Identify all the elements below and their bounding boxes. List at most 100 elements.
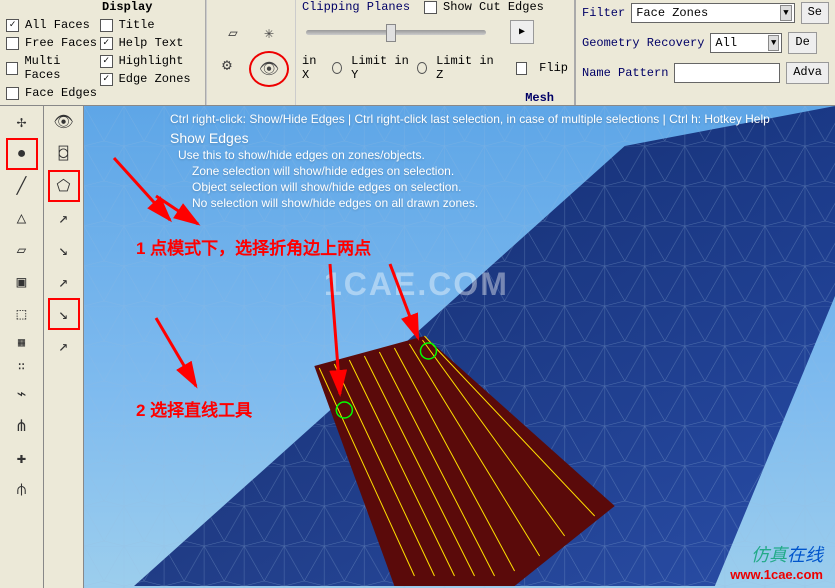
checkbox-icon[interactable] <box>6 19 19 32</box>
body-icon[interactable]: ⌼ <box>50 140 78 168</box>
show-cut-edges-label: Show Cut Edges <box>443 0 544 14</box>
checkbox-icon[interactable] <box>6 62 18 75</box>
triangle-icon[interactable]: △ <box>8 204 36 232</box>
clipping-slider[interactable] <box>306 30 486 35</box>
cross-icon[interactable]: ✚ <box>8 444 36 472</box>
mini-toolbar: ▱ ✳ ⚙ 👁 <box>206 0 296 105</box>
help-overlay: Ctrl right-click: Show/Hide Edges | Ctrl… <box>170 112 770 210</box>
label: Face Edges <box>25 86 97 100</box>
axes-icon[interactable]: ✢ <box>8 108 36 136</box>
limit-x-label: in X <box>302 54 326 82</box>
corner-watermark: 仿真在线 www.1cae.com <box>730 541 823 582</box>
branch-icon[interactable]: ⫛ <box>8 476 36 504</box>
help-line-4: No selection will show/hide edges on all… <box>192 196 770 210</box>
snap-icon[interactable]: ↘ <box>50 236 78 264</box>
point-mode-icon[interactable]: ● <box>8 140 36 168</box>
top-panel: Display All Faces Free Faces Multi Faces <box>0 0 835 106</box>
wm-url: www.1cae.com <box>730 567 823 582</box>
checkbox-icon[interactable] <box>6 37 19 50</box>
eye-icon[interactable]: 👁 <box>50 108 78 136</box>
clipping-group: Clipping Planes Show Cut Edges ▶ in X Li… <box>296 0 575 105</box>
axis2-icon[interactable]: ↗ <box>50 268 78 296</box>
limit-x-radio[interactable] <box>332 62 342 74</box>
box-icon[interactable]: ▱ <box>219 19 247 47</box>
line-tool-icon[interactable]: ↘ <box>50 300 78 328</box>
poly-select-icon[interactable]: ⬠ <box>50 172 78 200</box>
display-free-faces[interactable]: Free Faces <box>6 36 100 50</box>
play-button[interactable]: ▶ <box>510 20 534 44</box>
quad-icon[interactable]: ▱ <box>8 236 36 264</box>
label: Free Faces <box>25 36 97 50</box>
curve-icon[interactable]: ⌁ <box>8 380 36 408</box>
multi-icon[interactable]: ⬚ <box>8 300 36 328</box>
wm-zh-2: 在线 <box>787 545 823 565</box>
label: Multi Faces <box>24 54 99 82</box>
display-face-edges[interactable]: Face Edges <box>6 86 100 100</box>
display-col-left: All Faces Free Faces Multi Faces Face Ed… <box>6 14 100 104</box>
name-pattern-input[interactable] <box>674 63 780 83</box>
line-icon[interactable]: ╱ <box>8 172 36 200</box>
gear-icon[interactable]: ⚙ <box>213 51 241 79</box>
display-col-right: Title Help Text Highlight Edge Zones <box>100 14 199 104</box>
burst-icon[interactable]: ✳ <box>255 19 283 47</box>
help-line-2: Zone selection will show/hide edges on s… <box>192 164 770 178</box>
name-pattern-row: Name Pattern Adva <box>582 62 829 84</box>
help-line-3: Object selection will show/hide edges on… <box>192 180 770 194</box>
eye-button-highlight: 👁 <box>249 51 289 87</box>
annotation-1: 1 点模式下，选择折角边上两点 <box>136 234 371 259</box>
dots-icon[interactable]: ∷ <box>8 356 36 376</box>
limit-row: in X Limit in Y Limit in Z Flip <box>302 54 568 82</box>
display-help-text[interactable]: Help Text <box>100 36 199 50</box>
axis-icon[interactable]: ↗ <box>50 204 78 232</box>
se-button[interactable]: Se <box>801 2 829 24</box>
label: Title <box>119 18 155 32</box>
help-title: Show Edges <box>170 130 770 146</box>
main-area: ✢ ● ╱ △ ▱ ▣ ⬚ ▦ ∷ ⌁ ⋔ ✚ ⫛ 👁 ⌼ ⬠ ↗ ↘ ↗ ↘ … <box>0 106 835 588</box>
filter-label: Filter <box>582 6 625 20</box>
nodes-icon[interactable]: ⋔ <box>8 412 36 440</box>
checkbox-icon[interactable] <box>6 87 19 100</box>
display-highlight[interactable]: Highlight <box>100 54 199 68</box>
eye-icon[interactable]: 👁 <box>255 55 283 83</box>
grid-icon[interactable]: ▦ <box>8 332 36 352</box>
label: Help Text <box>119 36 184 50</box>
advanced-button[interactable]: Adva <box>786 62 829 84</box>
geometry-recovery-row: Geometry Recovery All De <box>582 32 829 54</box>
help-line-1: Use this to show/hide edges on zones/obj… <box>178 148 770 162</box>
filter-row: Filter Face Zones Se <box>582 2 829 24</box>
limit-y-radio[interactable] <box>417 62 427 74</box>
viewport-canvas[interactable]: Ctrl right-click: Show/Hide Edges | Ctrl… <box>84 106 835 588</box>
display-heading: Display <box>98 0 156 16</box>
flip-checkbox[interactable] <box>516 62 527 75</box>
checkbox-icon[interactable] <box>100 73 113 86</box>
slider-thumb-icon[interactable] <box>386 24 396 42</box>
label: Highlight <box>119 54 184 68</box>
checkbox-icon[interactable] <box>100 37 113 50</box>
display-group: Display All Faces Free Faces Multi Faces <box>0 0 206 105</box>
axis3-icon[interactable]: ↗ <box>50 332 78 360</box>
filter-combo[interactable]: Face Zones <box>631 3 794 23</box>
help-topline: Ctrl right-click: Show/Hide Edges | Ctrl… <box>170 112 770 126</box>
mesh-label: Mesh <box>525 91 554 105</box>
show-cut-edges-checkbox[interactable] <box>424 1 437 14</box>
limit-y-label: Limit in Y <box>351 54 411 82</box>
label: Edge Zones <box>119 72 191 86</box>
checkbox-icon[interactable] <box>100 55 113 68</box>
checkbox-icon[interactable] <box>100 19 113 32</box>
label: All Faces <box>25 18 90 32</box>
clipping-label: Clipping Planes <box>302 0 410 14</box>
display-all-faces[interactable]: All Faces <box>6 18 100 32</box>
cube-icon[interactable]: ▣ <box>8 268 36 296</box>
filter-group: Filter Face Zones Se Geometry Recovery A… <box>575 0 835 105</box>
left-toolbar: ✢ ● ╱ △ ▱ ▣ ⬚ ▦ ∷ ⌁ ⋔ ✚ ⫛ <box>0 106 44 588</box>
geom-label: Geometry Recovery <box>582 36 704 50</box>
de-button[interactable]: De <box>788 32 816 54</box>
name-pattern-label: Name Pattern <box>582 66 668 80</box>
display-multi-faces[interactable]: Multi Faces <box>6 54 100 82</box>
display-title[interactable]: Title <box>100 18 199 32</box>
wm-zh-1: 仿真 <box>751 545 787 565</box>
watermark: 1CAE.COM <box>324 266 509 303</box>
geom-combo[interactable]: All <box>710 33 782 53</box>
left-sub-toolbar: 👁 ⌼ ⬠ ↗ ↘ ↗ ↘ ↗ <box>44 106 84 588</box>
display-edge-zones[interactable]: Edge Zones <box>100 72 199 86</box>
